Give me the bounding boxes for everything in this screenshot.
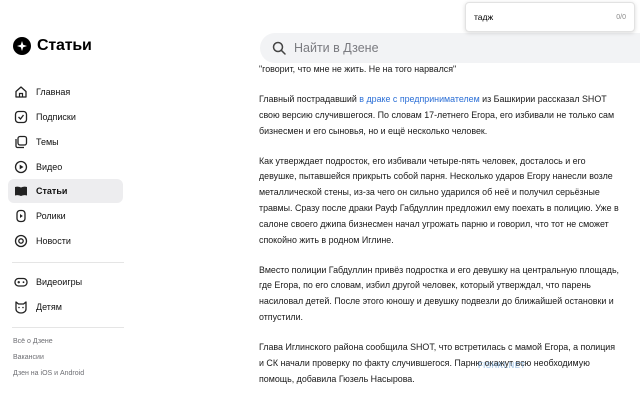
sidebar-item-home[interactable]: Главная	[8, 80, 123, 104]
find-input[interactable]	[474, 12, 584, 22]
sidebar-item-articles[interactable]: Статьи	[8, 179, 123, 203]
articles-icon	[15, 186, 27, 196]
article-paragraph: "говорит, что мне не жить. Не на того на…	[259, 64, 457, 74]
find-in-page-bar: 0/0	[465, 2, 635, 32]
footer-link-vacancies[interactable]: Вакансии	[13, 354, 44, 361]
article-link-fight[interactable]: в драке с предпринимателем	[359, 94, 479, 104]
article-paragraph: Как утверждает подросток, его избивали ч…	[259, 155, 619, 245]
sidebar-item-label: Темы	[36, 137, 59, 147]
logo[interactable]: Статьи	[13, 37, 92, 55]
themes-icon	[15, 135, 28, 149]
sidebar-item-video[interactable]: Видео	[8, 155, 123, 179]
zen-logo-icon	[13, 37, 31, 55]
search-icon	[272, 41, 286, 55]
subscriptions-icon	[14, 110, 28, 124]
sidebar: Главная Подписки Темы Видео Статьи Ролик…	[0, 70, 130, 400]
home-icon	[15, 86, 27, 98]
article-paragraph: Глава Иглинского района сообщила SHOT, ч…	[259, 341, 616, 384]
shorts-icon	[16, 209, 26, 223]
video-icon	[14, 160, 28, 174]
sidebar-item-label: Видео	[36, 162, 63, 172]
news-icon	[14, 234, 28, 248]
sidebar-item-kids[interactable]: Детям	[8, 295, 123, 319]
logo-text: Статьи	[37, 37, 92, 54]
footer-link-about[interactable]: Всё о Дзене	[13, 338, 53, 345]
gamepad-icon	[14, 277, 28, 287]
search-input[interactable]	[294, 41, 594, 55]
paragraph-text: Главный пострадавший	[259, 93, 360, 104]
sidebar-item-label: Детям	[36, 302, 62, 312]
find-match-count: 0/0	[616, 13, 626, 21]
sidebar-item-subscriptions[interactable]: Подписки	[8, 105, 123, 129]
sidebar-item-news[interactable]: Новости	[8, 229, 123, 253]
sidebar-item-label: Статьи	[36, 186, 68, 196]
watermark: FISHKI.NET	[478, 361, 526, 370]
footer-link-apps[interactable]: Дзен на iOS и Android	[13, 370, 84, 377]
sidebar-item-shorts[interactable]: Ролики	[8, 204, 123, 228]
sidebar-item-label: Ролики	[36, 211, 66, 221]
article-body: "говорит, что мне не жить. Не на того на…	[259, 62, 621, 400]
sidebar-item-label: Главная	[36, 87, 71, 97]
sidebar-divider	[12, 262, 124, 263]
sidebar-item-themes[interactable]: Темы	[8, 130, 123, 154]
article-paragraph: Вместо полиции Габдуллин привёз подростк…	[259, 264, 620, 322]
kids-icon	[15, 301, 27, 314]
sidebar-item-label: Видеоигры	[36, 277, 83, 287]
search-bar[interactable]	[260, 33, 640, 63]
article-paragraph: Главный пострадавший в драке с предприни…	[259, 92, 621, 139]
sidebar-item-videogames[interactable]: Видеоигры	[8, 270, 123, 294]
sidebar-item-label: Подписки	[36, 112, 76, 122]
sidebar-item-label: Новости	[36, 236, 71, 246]
sidebar-divider	[12, 327, 124, 328]
